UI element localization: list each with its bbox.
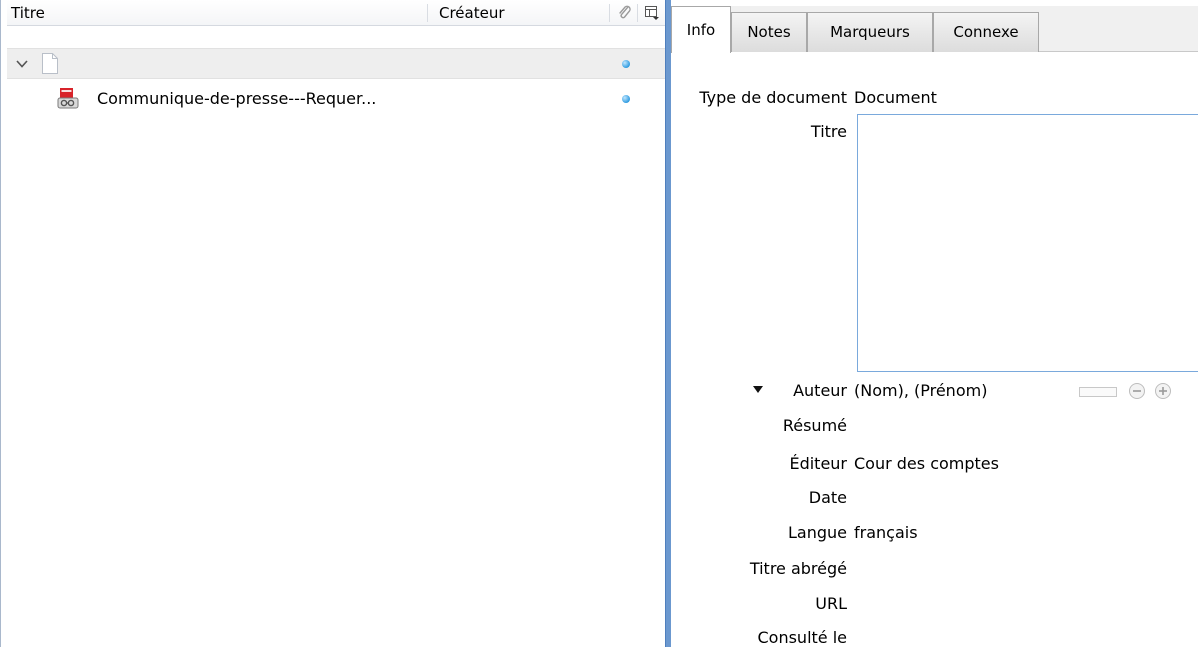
pdf-attachment-icon: [57, 88, 79, 109]
tab-info[interactable]: Info: [671, 6, 731, 53]
title-input[interactable]: [857, 114, 1198, 372]
title-label: Titre: [810, 122, 847, 141]
items-list-header: Titre Créateur: [7, 0, 666, 26]
short-title-label: Titre abrégé: [749, 559, 847, 578]
zotero-window: Titre Créateur Communique-de-presse---Re…: [0, 0, 1198, 647]
tab-related[interactable]: Connexe: [933, 12, 1039, 52]
document-icon: [42, 53, 58, 74]
status-dot-icon: [622, 60, 630, 68]
column-header-creator[interactable]: Créateur: [439, 4, 505, 22]
publisher-value[interactable]: Cour des comptes: [854, 454, 999, 473]
creator-mode-switch[interactable]: [1079, 387, 1117, 397]
expand-creators-icon[interactable]: [753, 386, 763, 394]
author-label[interactable]: Auteur: [793, 381, 847, 400]
column-separator[interactable]: [637, 4, 638, 22]
column-separator[interactable]: [609, 4, 610, 22]
accessed-label: Consulté le: [757, 628, 847, 647]
remove-creator-icon[interactable]: [1128, 382, 1146, 400]
abstract-label: Résumé: [782, 416, 847, 435]
language-value[interactable]: français: [854, 523, 918, 542]
chevron-down-icon[interactable]: [15, 57, 29, 71]
item-row-attachment[interactable]: Communique-de-presse---Requer...: [7, 84, 666, 115]
url-label: URL: [815, 594, 847, 613]
date-label: Date: [808, 488, 847, 507]
column-header-title[interactable]: Titre: [11, 4, 45, 22]
author-value[interactable]: (Nom), (Prénom): [854, 381, 987, 400]
publisher-label: Éditeur: [789, 454, 847, 473]
item-row-parent[interactable]: [7, 48, 666, 79]
column-separator[interactable]: [427, 4, 428, 22]
language-label: Langue: [788, 523, 847, 542]
items-list-pane: Titre Créateur Communique-de-presse---Re…: [0, 0, 666, 647]
attachment-title: Communique-de-presse---Requer...: [97, 89, 377, 108]
item-pane: Info Notes Marqueurs Connexe Type de doc…: [671, 0, 1198, 647]
tab-notes[interactable]: Notes: [731, 12, 807, 52]
item-type-label: Type de document: [699, 88, 847, 107]
tab-tags[interactable]: Marqueurs: [807, 12, 933, 52]
column-picker-icon[interactable]: [644, 5, 660, 21]
add-creator-icon[interactable]: [1154, 382, 1172, 400]
item-type-value[interactable]: Document: [854, 88, 937, 107]
tab-strip: Info Notes Marqueurs Connexe: [671, 6, 1198, 53]
paperclip-icon[interactable]: [618, 5, 632, 21]
status-dot-icon: [622, 95, 630, 103]
